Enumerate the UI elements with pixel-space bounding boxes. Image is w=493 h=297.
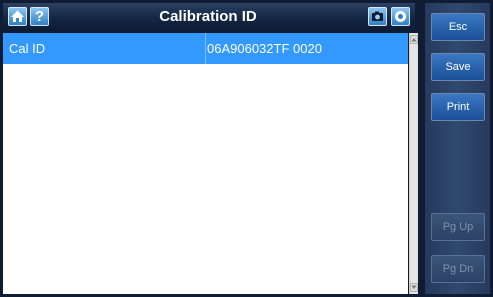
cal-id-value: 06A906032TF 0020 — [207, 41, 322, 56]
list-item[interactable]: Cal ID 06A906032TF 0020 — [3, 33, 408, 64]
function-panel: Esc Save Print Pg Up Pg Dn — [425, 3, 490, 294]
page-up-button[interactable]: Pg Up — [431, 213, 485, 241]
record-icon[interactable] — [391, 7, 410, 26]
data-list: Cal ID 06A906032TF 0020 — [3, 33, 408, 294]
save-button[interactable]: Save — [431, 53, 485, 81]
cal-id-label: Cal ID — [9, 41, 46, 56]
esc-button[interactable]: Esc — [431, 13, 485, 41]
home-icon[interactable] — [8, 7, 27, 26]
vertical-scrollbar[interactable] — [409, 33, 418, 294]
page-title: Calibration ID — [159, 8, 257, 25]
print-button[interactable]: Print — [431, 93, 485, 121]
help-icon[interactable]: ? — [30, 7, 49, 26]
column-divider — [205, 33, 206, 64]
page-down-button[interactable]: Pg Dn — [431, 255, 485, 283]
scroll-down-icon[interactable] — [410, 283, 418, 292]
camera-icon[interactable] — [368, 7, 387, 26]
title-bar: ? Calibration ID — [3, 3, 415, 31]
scroll-up-icon[interactable] — [410, 35, 418, 44]
